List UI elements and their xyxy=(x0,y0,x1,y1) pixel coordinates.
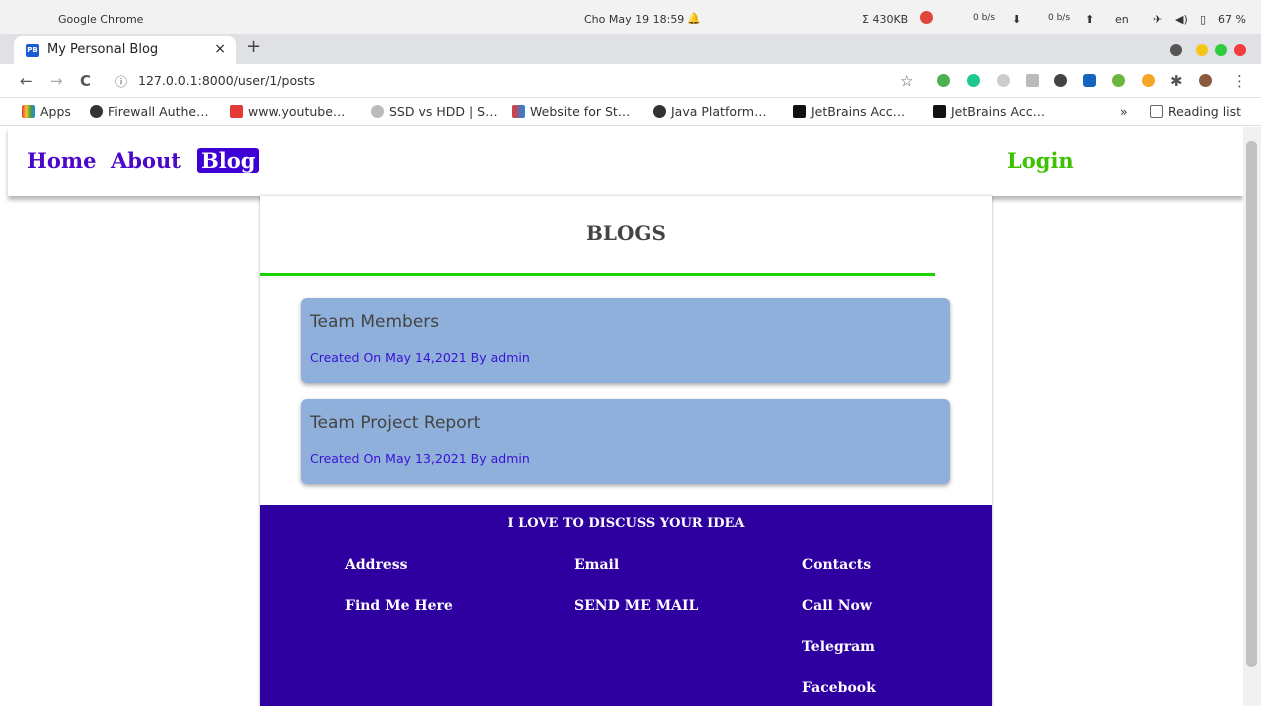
url-field[interactable]: 127.0.0.1:8000/user/1/posts xyxy=(138,73,315,88)
extension-icon-1[interactable] xyxy=(937,74,950,87)
jetbrains-icon xyxy=(793,105,806,118)
bookmark-jetbrains-1[interactable]: JetBrains Acc… xyxy=(793,104,905,119)
language-indicator[interactable]: en xyxy=(1115,13,1129,26)
volume-icon[interactable]: ◀) xyxy=(1175,13,1188,26)
youtube-icon xyxy=(230,105,243,118)
bookmark-apps[interactable]: Apps xyxy=(22,104,71,119)
upload-arrow-icon: ⬆ xyxy=(1085,13,1095,26)
address-bar-row: ← → C ⓘ 127.0.0.1:8000/user/1/posts ☆ ✱ … xyxy=(0,64,1261,98)
blog-card-title[interactable]: Team Members xyxy=(310,312,439,332)
info-icon[interactable]: ⓘ xyxy=(115,73,127,90)
globe-icon xyxy=(653,105,666,118)
blog-card-meta: Created On May 14,2021 By admin xyxy=(310,350,530,365)
maximize-button[interactable] xyxy=(1215,44,1227,56)
tab-my-personal-blog[interactable]: PB My Personal Blog × xyxy=(14,36,236,64)
nav-blog[interactable]: Blog xyxy=(197,148,260,173)
network-usage[interactable]: Σ 430KB xyxy=(862,13,908,26)
chrome-menu-dot-icon[interactable] xyxy=(1170,44,1182,56)
extension-icon-5[interactable] xyxy=(1083,74,1096,87)
back-arrow-icon[interactable]: ← xyxy=(20,72,33,90)
reload-icon[interactable]: C xyxy=(80,72,91,90)
bookmark-java-platform[interactable]: Java Platform… xyxy=(653,104,767,119)
battery-icon[interactable]: ▯ xyxy=(1200,13,1206,26)
battery-level: 67 % xyxy=(1218,13,1246,26)
heading-divider xyxy=(260,273,935,276)
bookmark-youtube[interactable]: www.youtube… xyxy=(230,104,345,119)
extension-icon-4[interactable] xyxy=(1054,74,1067,87)
scrollbar-thumb[interactable] xyxy=(1246,141,1257,667)
nav-login[interactable]: Login xyxy=(1007,148,1074,173)
nav-about[interactable]: About xyxy=(111,148,181,173)
footer-address-label: Address xyxy=(345,557,408,573)
new-tab-button[interactable]: + xyxy=(246,36,261,57)
jetbrains-icon xyxy=(933,105,946,118)
os-top-bar: Google Chrome Cho May 19 18:59 🔔 Σ 430KB… xyxy=(0,0,1261,38)
reading-list-icon xyxy=(1150,105,1163,118)
bookmarks-overflow-icon[interactable]: » xyxy=(1120,104,1128,119)
tab-favicon: PB xyxy=(26,44,39,57)
site-footer: I LOVE TO DISCUSS YOUR IDEA Address Find… xyxy=(260,505,992,706)
download-arrow-icon: ⬇ xyxy=(1012,13,1022,26)
tab-close-icon[interactable]: × xyxy=(214,41,226,57)
extension-icon-2[interactable] xyxy=(967,74,980,87)
reading-list[interactable]: Reading list xyxy=(1150,104,1241,119)
forward-arrow-icon[interactable]: → xyxy=(50,72,63,90)
bell-icon[interactable]: 🔔 xyxy=(687,12,701,25)
footer-heading: I LOVE TO DISCUSS YOUR IDEA xyxy=(507,516,745,531)
footer-contacts-label: Contacts xyxy=(802,557,872,573)
globe-icon xyxy=(90,105,103,118)
airplane-icon[interactable]: ✈ xyxy=(1153,13,1162,26)
bookmark-website-for-st[interactable]: Website for St… xyxy=(512,104,630,119)
clock[interactable]: Cho May 19 18:59 xyxy=(584,13,684,26)
download-extension-icon[interactable] xyxy=(1026,74,1039,87)
blog-card[interactable]: Team Project Report Created On May 13,20… xyxy=(301,399,950,484)
download-speed: 0 b/s xyxy=(973,13,996,23)
profile-avatar[interactable] xyxy=(1199,74,1212,87)
blogs-heading: BLOGS xyxy=(586,221,666,245)
puzzle-icon[interactable]: ✱ xyxy=(1170,72,1183,90)
extension-icon-7[interactable] xyxy=(1142,74,1155,87)
system-monitor-icon[interactable] xyxy=(920,11,933,24)
page-scrollbar[interactable] xyxy=(1243,127,1261,706)
blog-card-meta: Created On May 13,2021 By admin xyxy=(310,451,530,466)
tab-strip: PB My Personal Blog × + xyxy=(0,34,1261,64)
blog-card-title[interactable]: Team Project Report xyxy=(310,413,480,433)
footer-facebook-link[interactable]: Facebook xyxy=(802,680,876,696)
page-viewport: Home About Blog Login BLOGS Team Members… xyxy=(0,127,1243,706)
minimize-button[interactable] xyxy=(1196,44,1208,56)
footer-email-label: Email xyxy=(574,557,620,573)
footer-email-link[interactable]: SEND ME MAIL xyxy=(574,598,698,614)
bookmark-star-icon[interactable]: ☆ xyxy=(900,72,913,90)
bookmark-firewall[interactable]: Firewall Authe… xyxy=(90,104,209,119)
blog-card[interactable]: Team Members Created On May 14,2021 By a… xyxy=(301,298,950,383)
upload-speed: 0 b/s xyxy=(1048,13,1071,23)
bookmarks-bar: Apps Firewall Authe… www.youtube… SSD vs… xyxy=(0,98,1261,126)
bookmark-ssd-hdd[interactable]: SSD vs HDD | S… xyxy=(371,104,498,119)
footer-call-now-link[interactable]: Call Now xyxy=(802,598,872,614)
tab-title: My Personal Blog xyxy=(47,42,159,57)
nav-home[interactable]: Home xyxy=(27,148,96,173)
close-window-button[interactable] xyxy=(1234,44,1246,56)
extension-icon-6[interactable] xyxy=(1112,74,1125,87)
footer-telegram-link[interactable]: Telegram xyxy=(802,639,875,655)
footer-address-link[interactable]: Find Me Here xyxy=(345,598,453,614)
apps-grid-icon xyxy=(22,105,35,118)
w-logo-icon xyxy=(512,105,525,118)
active-app-name: Google Chrome xyxy=(58,13,144,26)
kebab-menu-icon[interactable]: ⋮ xyxy=(1232,72,1247,90)
extension-icon-3[interactable] xyxy=(997,74,1010,87)
site-navbar: Home About Blog Login xyxy=(8,127,1243,196)
site-icon xyxy=(371,105,384,118)
bookmark-jetbrains-2[interactable]: JetBrains Acc… xyxy=(933,104,1045,119)
